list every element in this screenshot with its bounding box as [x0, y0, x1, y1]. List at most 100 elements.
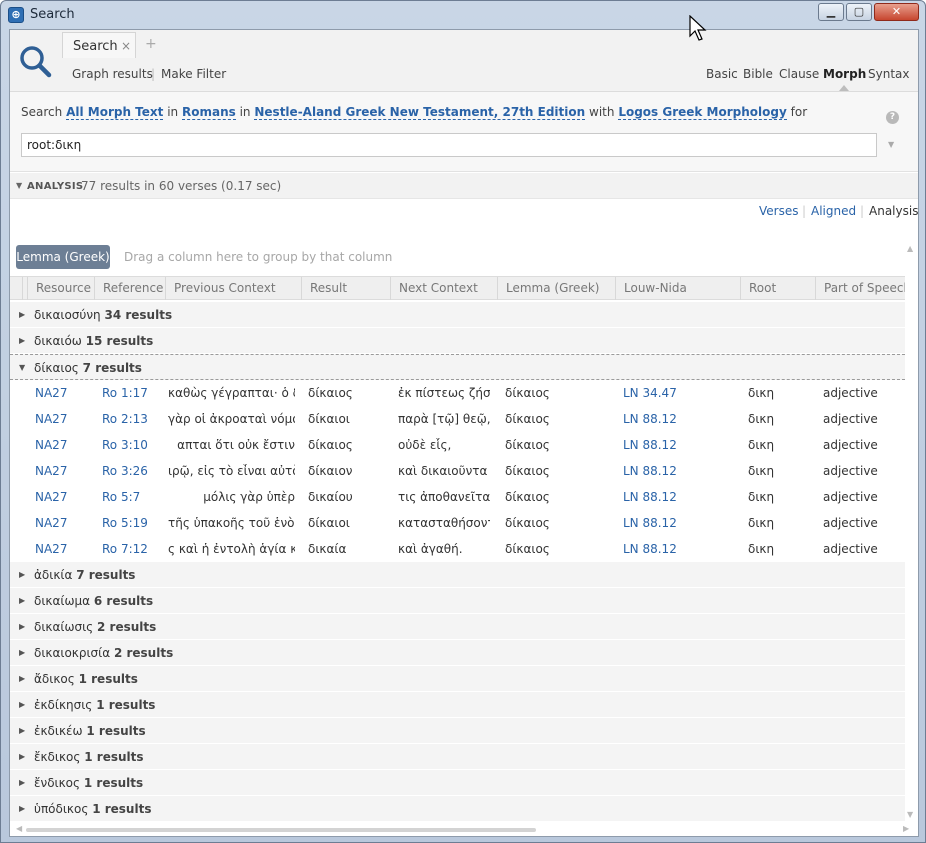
group-row[interactable]: ▶ ἔνδικος 1 results [10, 770, 905, 796]
group-row[interactable]: ▶ δικαίωμα 6 results [10, 588, 905, 614]
collapsed-caret-icon[interactable]: ▶ [19, 622, 25, 631]
passage-dropdown[interactable]: Romans [181, 105, 236, 120]
resource-cell[interactable]: NA27 [35, 464, 93, 478]
mode-morph[interactable]: Morph [823, 67, 866, 81]
collapsed-caret-icon[interactable]: ▶ [19, 310, 25, 319]
group-row[interactable]: ▶ ὑπόδικος 1 results [10, 796, 905, 822]
minimize-button[interactable]: ▁ [818, 3, 844, 21]
query-history-dropdown-icon[interactable]: ▼ [888, 140, 894, 149]
resource-cell[interactable]: NA27 [35, 490, 93, 504]
vertical-scrollbar[interactable]: ▲ ▼ [906, 238, 916, 824]
graph-results-link[interactable]: Graph results [72, 67, 153, 81]
group-row[interactable]: ▶ ἐκδίκησις 1 results [10, 692, 905, 718]
table-row[interactable]: NA27 Ro 3:10 απται ὅτι οὐκ ἔστιν δίκαιος οὐδ… [10, 432, 905, 458]
collapsed-caret-icon[interactable]: ▶ [19, 336, 25, 345]
mode-clause[interactable]: Clause [779, 67, 819, 81]
query-area: Search All Morph Text in Romans in Nestl… [10, 92, 918, 172]
help-icon[interactable]: ? [886, 111, 899, 124]
collapse-caret-icon[interactable]: ▼ [16, 181, 22, 190]
collapsed-caret-icon[interactable]: ▶ [19, 804, 25, 813]
table-row[interactable]: NA27 Ro 5:19 τῆς ὑπακοῆς τοῦ ἑνὸς δίκαιοι κα… [10, 510, 905, 536]
analysis-header[interactable]: ▼ ANALYSIS 77 results in 60 verses (0.17… [10, 173, 918, 199]
group-count: 7 results [82, 361, 142, 375]
tab-search[interactable]: Search × [62, 32, 136, 58]
group-row[interactable]: ▶ δικαιοσύνη 34 results [10, 302, 905, 328]
louw-nida-cell[interactable]: LN 88.12 [623, 412, 733, 426]
table-row[interactable]: NA27 Ro 2:13 γὰρ οἱ ἀκροαταὶ νόμου δίκαιοι π… [10, 406, 905, 432]
group-row[interactable]: ▶ ἄδικος 1 results [10, 666, 905, 692]
add-tab-icon[interactable]: + [145, 36, 157, 52]
scroll-left-icon[interactable]: ◀ [16, 824, 22, 833]
louw-nida-cell[interactable]: LN 88.12 [623, 438, 733, 452]
column-header-part-of-speech[interactable]: Part of Speech [815, 277, 905, 300]
resource-cell[interactable]: NA27 [35, 438, 93, 452]
scroll-down-icon[interactable]: ▼ [907, 810, 913, 819]
reference-cell[interactable]: Ro 7:12 [102, 542, 162, 556]
mode-bible[interactable]: Bible [743, 67, 773, 81]
collapsed-caret-icon[interactable]: ▶ [19, 570, 25, 579]
column-header-lemma[interactable]: Lemma (Greek) [497, 277, 616, 300]
louw-nida-cell[interactable]: LN 88.12 [623, 464, 733, 478]
column-header-resource[interactable]: Resource [27, 277, 95, 300]
louw-nida-cell[interactable]: LN 88.12 [623, 516, 733, 530]
resource-cell[interactable]: NA27 [35, 516, 93, 530]
collapsed-caret-icon[interactable]: ▶ [19, 674, 25, 683]
maximize-button[interactable]: ▢ [846, 3, 872, 21]
collapsed-caret-icon[interactable]: ▶ [19, 752, 25, 761]
view-aligned[interactable]: Aligned [811, 204, 856, 218]
group-row[interactable]: ▶ ἐκδικέω 1 results [10, 718, 905, 744]
horizontal-scrollbar[interactable]: ◀ ▶ [10, 824, 918, 836]
tab-close-icon[interactable]: × [121, 39, 131, 53]
scope-dropdown[interactable]: All Morph Text [66, 105, 164, 120]
mode-syntax[interactable]: Syntax [868, 67, 909, 81]
resource-cell[interactable]: NA27 [35, 542, 93, 556]
reference-cell[interactable]: Ro 2:13 [102, 412, 162, 426]
column-header-louw-nida[interactable]: Louw-Nida [615, 277, 741, 300]
table-row[interactable]: NA27 Ro 3:26 ιρῷ, εἰς τὸ εἶναι αὐτὸν δίκαιο… [10, 458, 905, 484]
collapsed-caret-icon[interactable]: ▶ [19, 726, 25, 735]
mode-basic[interactable]: Basic [706, 67, 738, 81]
collapsed-caret-icon[interactable]: ▶ [19, 648, 25, 657]
morphology-dropdown[interactable]: Logos Greek Morphology [618, 105, 787, 120]
resource-dropdown[interactable]: Nestle-Aland Greek New Testament, 27th E… [254, 105, 586, 120]
reference-cell[interactable]: Ro 3:26 [102, 464, 162, 478]
column-header-previous-context[interactable]: Previous Context [165, 277, 302, 300]
make-filter-link[interactable]: Make Filter [161, 67, 226, 81]
column-header-result[interactable]: Result [301, 277, 391, 300]
scroll-up-icon[interactable]: ▲ [907, 244, 913, 253]
group-row[interactable]: ▶ δικαίωσις 2 results [10, 614, 905, 640]
column-header-root[interactable]: Root [740, 277, 816, 300]
table-row[interactable]: NA27 Ro 5:7 μόλις γὰρ ὑπὲρ δικαίου τις ἀποθα… [10, 484, 905, 510]
next-context-cell: κατασταθήσονται [398, 516, 490, 530]
collapsed-caret-icon[interactable]: ▶ [19, 778, 25, 787]
group-row[interactable]: ▼ δίκαιος 7 results [10, 354, 905, 380]
resource-cell[interactable]: NA27 [35, 386, 93, 400]
louw-nida-cell[interactable]: LN 88.12 [623, 542, 733, 556]
expanded-caret-icon[interactable]: ▼ [19, 363, 25, 372]
reference-cell[interactable]: Ro 1:17 [102, 386, 162, 400]
reference-cell[interactable]: Ro 5:19 [102, 516, 162, 530]
group-row[interactable]: ▶ ἀδικία 7 results [10, 562, 905, 588]
view-analysis[interactable]: Analysis [869, 204, 918, 218]
collapsed-caret-icon[interactable]: ▶ [19, 596, 25, 605]
column-header-next-context[interactable]: Next Context [390, 277, 498, 300]
view-verses[interactable]: Verses [759, 204, 798, 218]
table-row[interactable]: NA27 Ro 1:17 καθὼς γέγραπται· ὁ δὲ δίκαιος ἐ… [10, 380, 905, 406]
title-bar[interactable]: ⊕ Search ▁ ▢ ✕ [1, 1, 925, 29]
group-row[interactable]: ▶ δικαιοκρισία 2 results [10, 640, 905, 666]
collapsed-caret-icon[interactable]: ▶ [19, 700, 25, 709]
group-row[interactable]: ▶ δικαιόω 15 results [10, 328, 905, 354]
horizontal-scroll-thumb[interactable] [26, 828, 536, 832]
resource-cell[interactable]: NA27 [35, 412, 93, 426]
group-row[interactable]: ▶ ἔκδικος 1 results [10, 744, 905, 770]
column-header-reference[interactable]: Reference [94, 277, 166, 300]
reference-cell[interactable]: Ro 5:7 [102, 490, 162, 504]
table-row[interactable]: NA27 Ro 7:12 ς καὶ ἡ ἐντολὴ ἁγία καὶ δικαία… [10, 536, 905, 562]
group-by-chip[interactable]: Lemma (Greek) [16, 245, 110, 269]
louw-nida-cell[interactable]: LN 88.12 [623, 490, 733, 504]
louw-nida-cell[interactable]: LN 34.47 [623, 386, 733, 400]
reference-cell[interactable]: Ro 3:10 [102, 438, 162, 452]
scroll-right-icon[interactable]: ▶ [903, 824, 909, 833]
query-input[interactable] [21, 133, 877, 157]
close-window-button[interactable]: ✕ [874, 3, 919, 21]
